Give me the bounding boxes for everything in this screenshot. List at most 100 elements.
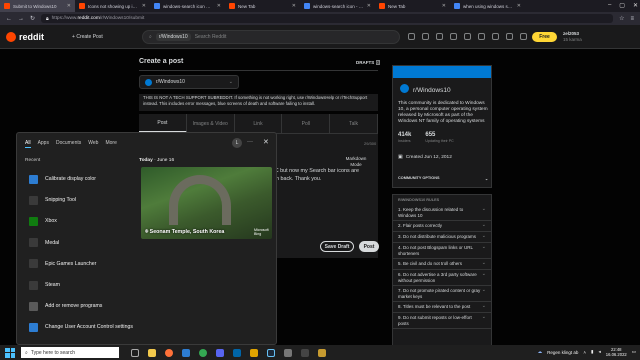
coins-icon[interactable]	[422, 33, 429, 40]
steam-icon[interactable]	[267, 348, 275, 357]
daily-photo-card[interactable]: ⌾ Seonam Temple, South Korea Microsoft B…	[141, 167, 272, 239]
search-subreddit-chip[interactable]: r/Windows10	[155, 33, 191, 41]
recent-app-item[interactable]: Medal	[29, 238, 144, 248]
community-title[interactable]: r/Windows10	[413, 87, 451, 94]
close-tab-icon[interactable]: ✕	[217, 3, 221, 9]
save-draft-button[interactable]: Save Draft	[320, 241, 354, 252]
clock[interactable]: 22:48 16.06.2022	[606, 347, 627, 357]
browser-tab[interactable]: New Tab ✕	[225, 0, 300, 12]
post-type-tab[interactable]: Poll	[282, 114, 331, 133]
volume-icon[interactable]: ◂	[599, 349, 601, 355]
start-menu-tab[interactable]: All	[25, 140, 31, 148]
tray-chevron-icon[interactable]: ˄	[583, 350, 586, 355]
maximize-icon[interactable]: ▢	[619, 2, 625, 9]
notifications-icon[interactable]	[464, 33, 471, 40]
settings-icon[interactable]	[284, 348, 292, 357]
rule-item[interactable]: 7. Do not promote pirated content or gra…	[393, 286, 491, 302]
browser-tab[interactable]: Icons not showing up in search b✕	[75, 0, 150, 12]
community-options[interactable]: COMMUNITY OPTIONS ⌄	[398, 176, 488, 181]
mail-icon[interactable]	[182, 348, 190, 357]
rule-item[interactable]: 2. Flair posts correctly ⌄	[393, 221, 491, 232]
close-tab-icon[interactable]: ✕	[442, 3, 446, 9]
close-tab-icon[interactable]: ✕	[292, 3, 296, 9]
user-avatar[interactable]: L	[232, 138, 242, 148]
close-tab-icon[interactable]: ✕	[367, 3, 371, 9]
video-icon[interactable]	[436, 33, 443, 40]
recent-app-item[interactable]: Snipping Tool	[29, 195, 144, 205]
browser-tab[interactable]: windows-search icon - Google✕	[300, 0, 375, 12]
vscode-icon[interactable]	[233, 348, 241, 357]
premium-free-button[interactable]: Free	[532, 32, 557, 42]
recent-app-item[interactable]: Epic Games Launcher	[29, 259, 144, 269]
browser-tab[interactable]: when using windows search ✕	[450, 0, 525, 12]
browser-tab[interactable]: windows-search icon missing - G✕	[150, 0, 225, 12]
close-window-icon[interactable]: ✕	[633, 2, 638, 9]
photo-caption: ⌾ Seonam Temple, South Korea	[145, 229, 224, 236]
recent-app-item[interactable]: Calibrate display color	[29, 174, 144, 184]
community-selector[interactable]: r/Windows10 ⌄	[139, 75, 239, 89]
explorer-icon[interactable]	[318, 348, 326, 357]
recent-app-item[interactable]: Xbox	[29, 216, 144, 226]
recent-app-item[interactable]: Steam	[29, 280, 144, 290]
chrome-icon[interactable]	[199, 348, 207, 357]
recent-app-item[interactable]: Change User Account Control settings	[29, 322, 144, 332]
settings-icon[interactable]	[520, 33, 527, 40]
advertise-icon[interactable]	[492, 33, 499, 40]
close-tab-icon[interactable]: ✕	[142, 3, 146, 9]
discord-icon[interactable]	[216, 348, 224, 357]
rule-item[interactable]: 1. Keep the discussion related to Window…	[393, 205, 491, 221]
weather-icon[interactable]: ☁	[538, 349, 543, 355]
minimize-icon[interactable]: –	[608, 2, 611, 9]
post-type-tab[interactable]: Talk	[330, 114, 378, 133]
rule-item[interactable]: 8. Titles must be relevant to the post ⌄	[393, 302, 491, 313]
post-button[interactable]: Post	[359, 241, 379, 252]
rule-item[interactable]: 9. Do not submit reposts or low-effort p…	[393, 313, 491, 329]
network-icon[interactable]: ▮	[591, 349, 593, 355]
start-menu-tab[interactable]: Web	[88, 140, 98, 148]
notifications-icon[interactable]: ▭	[632, 349, 636, 355]
rule-item[interactable]: 4. Do not post Blogspam links or URL sho…	[393, 243, 491, 259]
rule-text: 5. Be civil and do not troll others	[398, 261, 463, 266]
chat-icon[interactable]	[450, 33, 457, 40]
star-icon[interactable]: ☆	[619, 15, 624, 22]
taskbar-search[interactable]: ⌕ Type here to search	[21, 347, 119, 358]
browser-tab[interactable]: New Tab ✕	[375, 0, 450, 12]
start-menu-tab[interactable]: Documents	[56, 140, 81, 148]
rule-item[interactable]: 5. Be civil and do not troll others ⌄	[393, 259, 491, 270]
address-bar[interactable]: 🔒︎ https://www.reddit.com/r/Windows10/su…	[41, 14, 614, 23]
post-type-tab[interactable]: Post	[139, 114, 187, 133]
start-menu-tab[interactable]: Apps	[38, 140, 49, 148]
shield-icon[interactable]	[506, 33, 513, 40]
app-icon[interactable]	[301, 348, 309, 357]
start-menu-tab[interactable]: More	[105, 140, 116, 148]
winamp-icon[interactable]	[250, 348, 258, 357]
drafts-button[interactable]: DRAFTS 0	[356, 60, 381, 65]
community-icon	[145, 78, 152, 86]
recent-app-item[interactable]: Add or remove programs	[29, 301, 144, 311]
browser-tab[interactable]: Submit to Windows10 ✕	[0, 0, 75, 12]
popular-icon[interactable]	[408, 33, 415, 40]
rule-item[interactable]: 6. Do not advertise a 3rd party software…	[393, 270, 491, 286]
close-tab-icon[interactable]: ✕	[67, 3, 71, 9]
user-menu[interactable]: zel2053 15 karma	[563, 31, 582, 43]
task-view-icon[interactable]	[131, 348, 139, 357]
markdown-mode-toggle[interactable]: Markdown Mode	[344, 156, 368, 168]
post-type-tab[interactable]: Images & Video	[187, 114, 235, 133]
close-icon[interactable]: ✕	[263, 138, 269, 146]
forward-icon[interactable]: →	[18, 16, 24, 22]
reload-icon[interactable]: ↻	[30, 15, 35, 22]
reddit-search[interactable]: ⌕ r/Windows10 Search Reddit	[142, 30, 400, 44]
more-options-icon[interactable]: ···	[247, 139, 253, 145]
back-icon[interactable]: ←	[6, 16, 12, 22]
post-type-tab[interactable]: Link	[235, 114, 283, 133]
menu-icon[interactable]: ≡	[630, 16, 634, 22]
windows-start-icon[interactable]	[5, 347, 15, 358]
create-post-link[interactable]: + Create Post	[72, 34, 103, 40]
reddit-logo[interactable]: reddit	[6, 31, 44, 42]
add-icon[interactable]	[478, 33, 485, 40]
file-explorer-icon[interactable]	[148, 348, 156, 357]
firefox-icon[interactable]	[165, 348, 173, 357]
rule-item[interactable]: 3. Do not distribute malicious programs ⌄	[393, 232, 491, 243]
weather-text[interactable]: Regen klingt ab	[547, 350, 578, 355]
close-tab-icon[interactable]: ✕	[517, 3, 521, 9]
